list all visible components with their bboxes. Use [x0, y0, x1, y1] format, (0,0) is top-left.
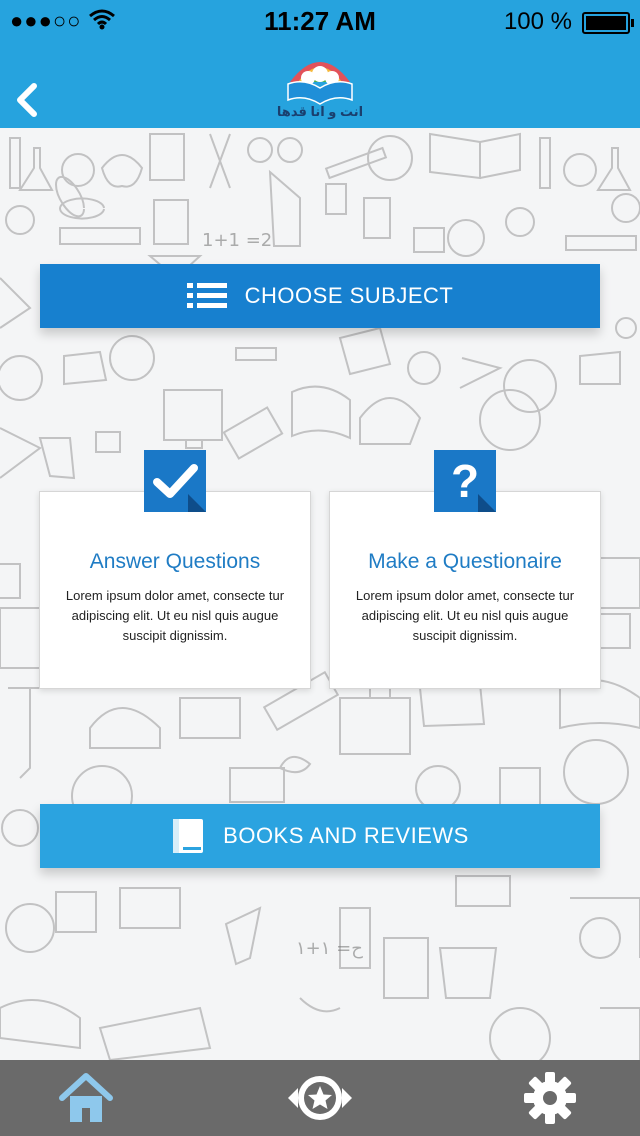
make-questionaire-card[interactable]: Make a Questionaire Lorem ipsum dolor am…	[329, 491, 601, 689]
books-and-reviews-label: BOOKS AND REVIEWS	[223, 823, 469, 848]
header-bar: ●●●○○ 11:27 AM 100 % انت و انا قدها	[0, 0, 640, 128]
question-mark-icon: ?	[434, 450, 496, 512]
book-icon	[173, 819, 204, 853]
battery-icon	[582, 12, 634, 34]
card-title: Answer Questions	[89, 550, 261, 573]
books-and-reviews-button[interactable]: BOOKS AND REVIEWS	[40, 804, 600, 868]
list-icon	[186, 283, 227, 308]
gear-icon	[524, 1072, 576, 1124]
back-button[interactable]	[8, 78, 48, 122]
battery-percent: 100 %	[503, 8, 572, 35]
tab-settings[interactable]	[522, 1070, 582, 1126]
chevron-left-icon	[17, 83, 37, 117]
checkmark-icon	[144, 450, 206, 512]
star-badge-icon	[288, 1076, 352, 1120]
tab-home[interactable]	[56, 1070, 116, 1126]
bottom-tab-bar	[0, 1060, 640, 1136]
card-description: Lorem ipsum dolor amet, consecte tur adi…	[65, 588, 285, 643]
svg-text:ح= ١+١: ح= ١+١	[296, 938, 363, 959]
answer-questions-card[interactable]: Answer Questions Lorem ipsum dolor amet,…	[39, 491, 311, 689]
choose-subject-label: CHOOSE SUBJECT	[244, 283, 454, 308]
home-icon	[59, 1073, 113, 1122]
choose-subject-button[interactable]: CHOOSE SUBJECT	[40, 264, 600, 328]
tab-favorites[interactable]	[288, 1070, 352, 1126]
svg-text:1+1 =2: 1+1 =2	[202, 230, 272, 251]
logo-text: انت و انا قدها	[276, 104, 364, 119]
card-description: Lorem ipsum dolor amet, consecte tur adi…	[355, 588, 575, 643]
card-title: Make a Questionaire	[368, 550, 562, 573]
status-bar: ●●●○○ 11:27 AM 100 %	[0, 0, 640, 44]
